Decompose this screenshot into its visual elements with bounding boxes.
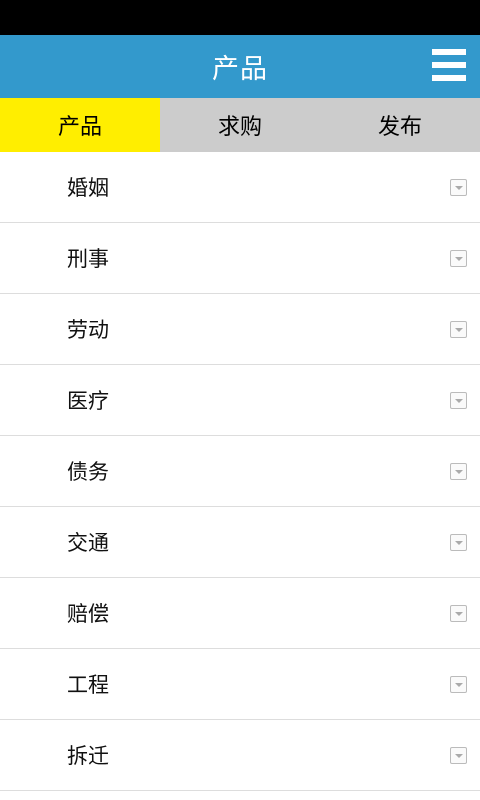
menu-icon-bar xyxy=(432,49,466,55)
list-item[interactable]: 拆迁 xyxy=(0,720,480,791)
dropdown-arrow-icon[interactable] xyxy=(450,605,467,622)
page-title: 产品 xyxy=(212,54,268,85)
list-item[interactable]: 婚姻 xyxy=(0,152,480,223)
list-item[interactable]: 工程 xyxy=(0,649,480,720)
tab-products[interactable]: 产品 xyxy=(0,98,160,152)
dropdown-arrow-icon[interactable] xyxy=(450,250,467,267)
dropdown-arrow-icon[interactable] xyxy=(450,463,467,480)
list-item-label: 交通 xyxy=(67,531,109,555)
list-item-label: 工程 xyxy=(67,673,109,697)
dropdown-arrow-icon[interactable] xyxy=(450,321,467,338)
dropdown-arrow-icon[interactable] xyxy=(450,179,467,196)
dropdown-arrow-icon[interactable] xyxy=(450,534,467,551)
list-item[interactable]: 劳动 xyxy=(0,294,480,365)
menu-icon[interactable] xyxy=(432,48,466,82)
status-bar xyxy=(0,0,480,35)
list-item-label: 劳动 xyxy=(67,318,109,342)
list-item-label: 婚姻 xyxy=(67,176,109,200)
dropdown-arrow-icon[interactable] xyxy=(450,676,467,693)
list-item-label: 医疗 xyxy=(67,389,109,413)
list-item-label: 刑事 xyxy=(67,247,109,271)
list-item-label: 债务 xyxy=(67,460,109,484)
list-item-label: 赔偿 xyxy=(67,602,109,626)
menu-icon-bar xyxy=(432,75,466,81)
list-item[interactable]: 交通 xyxy=(0,507,480,578)
dropdown-arrow-icon[interactable] xyxy=(450,747,467,764)
list-item[interactable]: 医疗 xyxy=(0,365,480,436)
tab-purchase-requests[interactable]: 求购 xyxy=(160,98,320,152)
category-list: 婚姻 刑事 劳动 医疗 债务 交通 赔偿 工程 拆迁 xyxy=(0,152,480,791)
tab-publish[interactable]: 发布 xyxy=(320,98,480,152)
list-item-label: 拆迁 xyxy=(67,744,109,768)
app-header: 产品 xyxy=(0,35,480,98)
list-item[interactable]: 赔偿 xyxy=(0,578,480,649)
tab-bar: 产品 求购 发布 xyxy=(0,98,480,152)
menu-icon-bar xyxy=(432,62,466,68)
list-item[interactable]: 刑事 xyxy=(0,223,480,294)
dropdown-arrow-icon[interactable] xyxy=(450,392,467,409)
list-item[interactable]: 债务 xyxy=(0,436,480,507)
